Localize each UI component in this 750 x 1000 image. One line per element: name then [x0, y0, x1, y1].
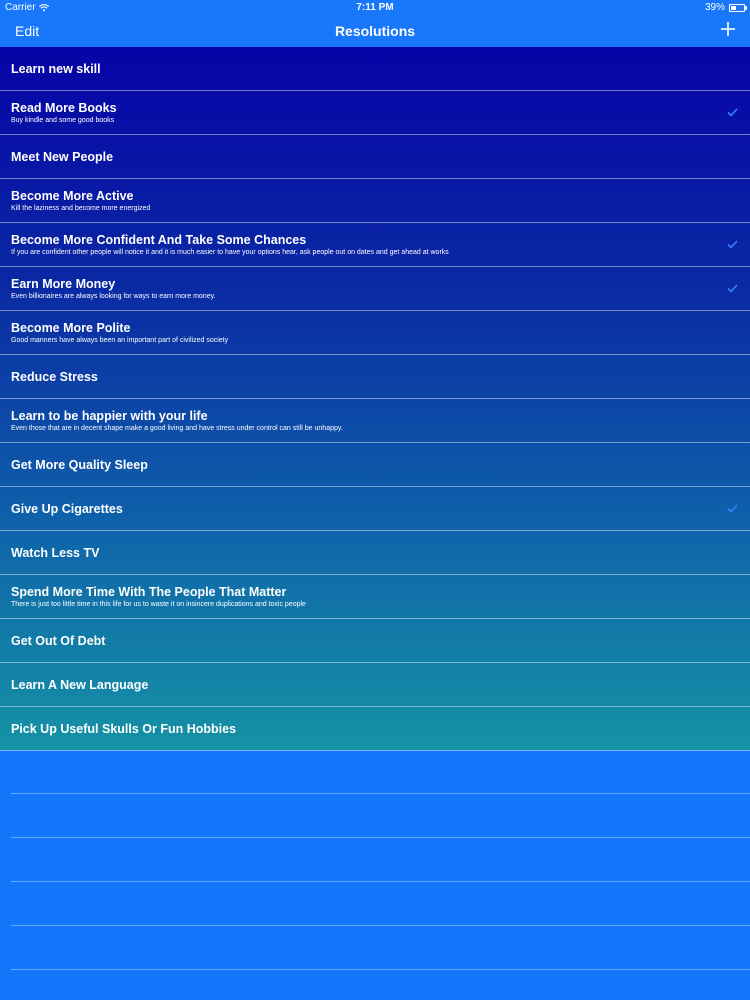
list-item[interactable]: Pick Up Useful Skulls Or Fun Hobbies [0, 707, 750, 751]
list-item[interactable]: Watch Less TV [0, 531, 750, 575]
resolution-title: Read More Books [11, 101, 117, 115]
list-item[interactable]: Become More Active Kill the laziness and … [0, 179, 750, 223]
battery-group: 39% [704, 2, 747, 13]
list-item[interactable]: Become More Polite Good manners have alwa… [0, 311, 750, 355]
list-item[interactable]: Get Out Of Debt [0, 619, 750, 663]
list-item[interactable]: Spend More Time With The People That Mat… [0, 575, 750, 619]
battery-percent: 39% [704, 2, 725, 13]
checkmark-icon [727, 240, 738, 249]
resolution-title: Reduce Stress [11, 369, 98, 384]
resolution-title: Become More Polite [11, 321, 131, 335]
list-item-text: Get Out Of Debt [11, 619, 710, 662]
list-item[interactable]: Earn More Money Even billionaires are alw… [0, 267, 750, 311]
empty-list-area [0, 750, 750, 1000]
resolutions-list: Learn new skill Read More Books Buy kindle… [0, 47, 750, 751]
checkmark-icon [727, 284, 738, 293]
resolution-title: Get More Quality Sleep [11, 457, 148, 472]
status-bar: Carrier 7:11 PM 39% [0, 0, 750, 16]
list-item-text: Meet New People [11, 135, 710, 178]
list-item-text: Earn More Money Even billionaires are alw… [11, 267, 710, 310]
empty-row-separator [11, 881, 750, 882]
empty-row-separator [11, 969, 750, 970]
resolution-subtitle: Good manners have always been an importa… [11, 337, 229, 344]
empty-row-separator [11, 925, 750, 926]
resolution-title: Meet New People [11, 149, 114, 164]
resolution-title: Give Up Cigarettes [11, 501, 123, 516]
list-item-text: Become More Confident And Take Some Chan… [11, 223, 710, 266]
list-item-text: Reduce Stress [11, 355, 710, 398]
list-item[interactable]: Get More Quality Sleep [0, 443, 750, 487]
list-item[interactable]: Learn A New Language [0, 663, 750, 707]
resolution-title: Learn new skill [11, 61, 101, 76]
empty-row-separator [11, 793, 750, 794]
status-time: 7:11 PM [356, 2, 394, 13]
resolution-title: Become More Confident And Take Some Chan… [11, 233, 307, 247]
resolution-title: Learn to be happier with your life [11, 409, 208, 423]
resolution-subtitle: Even billionaires are always looking for… [11, 293, 216, 300]
resolution-subtitle: Kill the laziness and become more energi… [11, 205, 151, 212]
list-item-text: Give Up Cigarettes [11, 487, 710, 530]
list-item[interactable]: Give Up Cigarettes [0, 487, 750, 531]
checkmark-icon [727, 108, 738, 117]
resolution-title: Earn More Money [11, 277, 116, 291]
list-item-text: Watch Less TV [11, 531, 710, 574]
list-item-text: Become More Polite Good manners have alwa… [11, 311, 710, 354]
list-item[interactable]: Become More Confident And Take Some Chan… [0, 223, 750, 267]
resolution-title: Pick Up Useful Skulls Or Fun Hobbies [11, 721, 237, 736]
plus-icon[interactable] [721, 22, 735, 36]
list-item[interactable]: Meet New People [0, 135, 750, 179]
list-item-text: Learn to be happier with your life Even t… [11, 399, 710, 442]
list-item-text: Read More Books Buy kindle and some good … [11, 91, 710, 134]
resolution-subtitle: Buy kindle and some good books [11, 117, 115, 124]
list-item-text: Learn A New Language [11, 663, 710, 706]
battery-icon [729, 3, 747, 12]
resolution-title: Become More Active [11, 189, 134, 203]
page-title: Resolutions [334, 23, 416, 39]
navigation-bar: Edit Resolutions [0, 16, 750, 47]
list-item-text: Spend More Time With The People That Mat… [11, 575, 710, 618]
resolution-title: Learn A New Language [11, 677, 149, 692]
list-item[interactable]: Read More Books Buy kindle and some good … [0, 91, 750, 135]
resolution-title: Get Out Of Debt [11, 633, 106, 648]
list-item-text: Become More Active Kill the laziness and … [11, 179, 710, 222]
list-item[interactable]: Learn new skill [0, 47, 750, 91]
resolution-title: Spend More Time With The People That Mat… [11, 585, 287, 599]
empty-row-separator [11, 837, 750, 838]
resolution-subtitle: There is just too little time in this li… [11, 601, 306, 608]
resolution-subtitle: If you are confident other people will n… [11, 249, 449, 256]
resolution-title: Watch Less TV [11, 545, 100, 560]
list-item-text: Pick Up Useful Skulls Or Fun Hobbies [11, 707, 710, 750]
checkmark-icon [727, 504, 738, 513]
list-item-text: Learn new skill [11, 47, 710, 90]
list-item[interactable]: Learn to be happier with your life Even t… [0, 399, 750, 443]
resolution-subtitle: Even those that are in decent shape make… [11, 425, 343, 432]
list-item-text: Get More Quality Sleep [11, 443, 710, 486]
list-item[interactable]: Reduce Stress [0, 355, 750, 399]
